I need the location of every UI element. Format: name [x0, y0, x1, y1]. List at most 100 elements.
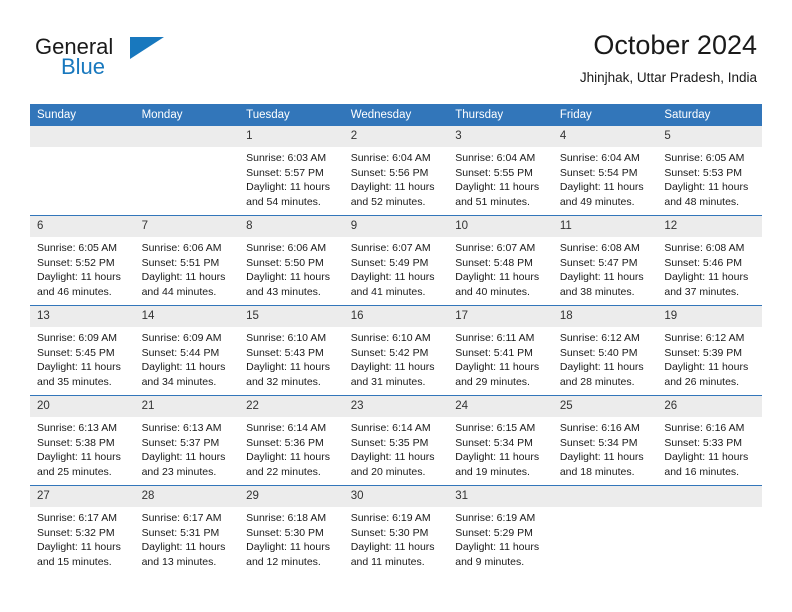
- day-sun-info: Sunrise: 6:12 AM Sunset: 5:40 PM Daylight:…: [553, 327, 658, 389]
- sunrise-text: Sunrise: 6:12 AM: [559, 332, 640, 344]
- daylight-text-line2: and 44 minutes.: [141, 285, 217, 298]
- sunset-text: Sunset: 5:57 PM: [246, 166, 324, 179]
- weekday-header-friday: Friday: [552, 104, 658, 126]
- day-sun-info: Sunrise: 6:18 AM Sunset: 5:30 PM Daylight:…: [239, 507, 344, 569]
- calendar-day-cell[interactable]: 25 Sunrise: 6:16 AM Sunset: 5:34 PM Dayligh…: [552, 395, 658, 486]
- calendar-day-cell[interactable]: 2 Sunrise: 6:04 AM Sunset: 5:56 PM Daylight…: [343, 126, 449, 216]
- calendar-day-cell[interactable]: 24 Sunrise: 6:15 AM Sunset: 5:34 PM Dayligh…: [448, 395, 553, 486]
- sunrise-text: Sunrise: 6:05 AM: [37, 242, 117, 254]
- calendar-day-cell[interactable]: 14 Sunrise: 6:09 AM Sunset: 5:44 PM Dayligh…: [134, 305, 240, 396]
- calendar-day-cell-empty: [30, 126, 135, 216]
- sunrise-text: Sunrise: 6:04 AM: [350, 152, 431, 164]
- sunrise-text: Sunrise: 6:14 AM: [350, 422, 431, 434]
- sunrise-text: Sunrise: 6:04 AM: [455, 152, 536, 164]
- sunrise-text: Sunrise: 6:05 AM: [664, 152, 745, 164]
- daylight-text-line2: and 34 minutes.: [141, 375, 217, 388]
- daylight-text-line1: Daylight: 11 hours: [37, 361, 121, 373]
- sunset-text: Sunset: 5:43 PM: [246, 346, 324, 359]
- daylight-text-line2: and 25 minutes.: [37, 465, 112, 478]
- calendar-page: General Blue October 2024 Jhinjhak, Utta…: [0, 0, 792, 612]
- daylight-text-line1: Daylight: 11 hours: [559, 361, 644, 373]
- day-number: 20: [30, 396, 135, 417]
- day-sun-info: [657, 507, 762, 511]
- calendar-day-cell[interactable]: 26 Sunrise: 6:16 AM Sunset: 5:33 PM Dayligh…: [657, 395, 762, 486]
- calendar-day-cell[interactable]: 6 Sunrise: 6:05 AM Sunset: 5:52 PM Daylight…: [30, 215, 135, 306]
- calendar-day-cell[interactable]: 31 Sunrise: 6:19 AM Sunset: 5:29 PM Dayligh…: [448, 485, 553, 575]
- sunrise-text: Sunrise: 6:11 AM: [455, 332, 535, 344]
- day-sun-info: Sunrise: 6:09 AM Sunset: 5:45 PM Daylight:…: [30, 327, 135, 389]
- day-sun-info: Sunrise: 6:14 AM Sunset: 5:35 PM Daylight:…: [344, 417, 449, 479]
- day-sun-info: Sunrise: 6:05 AM Sunset: 5:53 PM Daylight:…: [657, 147, 762, 209]
- sunrise-text: Sunrise: 6:14 AM: [246, 422, 327, 434]
- sunrise-text: Sunrise: 6:04 AM: [559, 152, 640, 164]
- day-sun-info: Sunrise: 6:16 AM Sunset: 5:34 PM Daylight:…: [553, 417, 658, 479]
- daylight-text-line2: and 48 minutes.: [664, 195, 740, 208]
- day-sun-info: Sunrise: 6:08 AM Sunset: 5:46 PM Daylight:…: [657, 237, 762, 299]
- calendar-day-cell[interactable]: 29 Sunrise: 6:18 AM Sunset: 5:30 PM Dayligh…: [239, 485, 344, 575]
- sunset-text: Sunset: 5:37 PM: [141, 436, 220, 449]
- calendar-day-cell[interactable]: 11 Sunrise: 6:08 AM Sunset: 5:47 PM Dayligh…: [552, 215, 658, 306]
- calendar-grid: Sunday Monday Tuesday Wednesday Thursday Frid…: [30, 104, 762, 575]
- daylight-text-line2: and 29 minutes.: [455, 375, 530, 388]
- daylight-text-line1: Daylight: 11 hours: [559, 451, 644, 463]
- daylight-text-line1: Daylight: 11 hours: [37, 541, 121, 553]
- calendar-day-cell[interactable]: 13 Sunrise: 6:09 AM Sunset: 5:45 PM Dayligh…: [30, 305, 135, 396]
- day-sun-info: Sunrise: 6:07 AM Sunset: 5:48 PM Daylight:…: [448, 237, 553, 299]
- day-number: [134, 126, 240, 147]
- calendar-day-cell[interactable]: 5 Sunrise: 6:05 AM Sunset: 5:53 PM Daylight…: [657, 126, 762, 216]
- sunrise-text: Sunrise: 6:17 AM: [37, 512, 117, 524]
- day-sun-info: [553, 507, 658, 511]
- calendar-day-cell[interactable]: 9 Sunrise: 6:07 AM Sunset: 5:49 PM Daylight…: [343, 215, 449, 306]
- sunrise-text: Sunrise: 6:16 AM: [559, 422, 640, 434]
- calendar-day-cell[interactable]: 30 Sunrise: 6:19 AM Sunset: 5:30 PM Dayligh…: [343, 485, 449, 575]
- daylight-text-line2: and 52 minutes.: [350, 195, 426, 208]
- calendar-week-row: 1 Sunrise: 6:03 AM Sunset: 5:57 PM Daylight…: [30, 126, 762, 216]
- sunrise-text: Sunrise: 6:03 AM: [246, 152, 327, 164]
- calendar-day-cell[interactable]: 16 Sunrise: 6:10 AM Sunset: 5:42 PM Dayligh…: [343, 305, 449, 396]
- sunset-text: Sunset: 5:49 PM: [350, 256, 429, 269]
- calendar-day-cell[interactable]: 23 Sunrise: 6:14 AM Sunset: 5:35 PM Dayligh…: [343, 395, 449, 486]
- sunrise-text: Sunrise: 6:13 AM: [141, 422, 222, 434]
- sunset-text: Sunset: 5:56 PM: [350, 166, 429, 179]
- day-number: 22: [239, 396, 344, 417]
- calendar-day-cell[interactable]: 12 Sunrise: 6:08 AM Sunset: 5:46 PM Dayligh…: [657, 215, 762, 306]
- calendar-day-cell[interactable]: 21 Sunrise: 6:13 AM Sunset: 5:37 PM Dayligh…: [134, 395, 240, 486]
- calendar-day-cell[interactable]: 18 Sunrise: 6:12 AM Sunset: 5:40 PM Dayligh…: [552, 305, 658, 396]
- sunrise-text: Sunrise: 6:19 AM: [350, 512, 431, 524]
- calendar-week-row: 13 Sunrise: 6:09 AM Sunset: 5:45 PM Dayligh…: [30, 305, 762, 396]
- daylight-text-line2: and 41 minutes.: [350, 285, 426, 298]
- calendar-day-cell[interactable]: 10 Sunrise: 6:07 AM Sunset: 5:48 PM Dayligh…: [448, 215, 553, 306]
- calendar-day-cell[interactable]: 8 Sunrise: 6:06 AM Sunset: 5:50 PM Daylight…: [239, 215, 344, 306]
- calendar-day-cell[interactable]: 20 Sunrise: 6:13 AM Sunset: 5:38 PM Dayligh…: [30, 395, 135, 486]
- daylight-text-line2: and 51 minutes.: [455, 195, 530, 208]
- daylight-text-line1: Daylight: 11 hours: [350, 271, 435, 283]
- daylight-text-line2: and 54 minutes.: [246, 195, 321, 208]
- calendar-day-cell[interactable]: 7 Sunrise: 6:06 AM Sunset: 5:51 PM Daylight…: [134, 215, 240, 306]
- calendar-day-cell[interactable]: 27 Sunrise: 6:17 AM Sunset: 5:32 PM Dayligh…: [30, 485, 135, 575]
- sunrise-text: Sunrise: 6:06 AM: [246, 242, 327, 254]
- day-number: 14: [134, 306, 240, 327]
- day-number: [552, 486, 658, 507]
- day-sun-info: Sunrise: 6:06 AM Sunset: 5:50 PM Daylight:…: [239, 237, 344, 299]
- calendar-day-cell[interactable]: 19 Sunrise: 6:12 AM Sunset: 5:39 PM Dayligh…: [657, 305, 762, 396]
- sunrise-text: Sunrise: 6:10 AM: [246, 332, 327, 344]
- weekday-header-saturday: Saturday: [657, 104, 762, 126]
- day-sun-info: Sunrise: 6:13 AM Sunset: 5:37 PM Daylight:…: [135, 417, 240, 479]
- calendar-day-cell[interactable]: 22 Sunrise: 6:14 AM Sunset: 5:36 PM Dayligh…: [239, 395, 344, 486]
- calendar-day-cell[interactable]: 3 Sunrise: 6:04 AM Sunset: 5:55 PM Daylight…: [448, 126, 553, 216]
- calendar-day-cell[interactable]: 15 Sunrise: 6:10 AM Sunset: 5:43 PM Dayligh…: [239, 305, 344, 396]
- daylight-text-line2: and 31 minutes.: [350, 375, 426, 388]
- page-header: General Blue October 2024 Jhinjhak, Utta…: [35, 28, 757, 98]
- general-blue-logo[interactable]: General Blue: [35, 34, 215, 90]
- daylight-text-line1: Daylight: 11 hours: [246, 181, 330, 193]
- calendar-day-cell[interactable]: 4 Sunrise: 6:04 AM Sunset: 5:54 PM Daylight…: [552, 126, 658, 216]
- daylight-text-line2: and 9 minutes.: [455, 555, 525, 568]
- calendar-day-cell[interactable]: 28 Sunrise: 6:17 AM Sunset: 5:31 PM Dayligh…: [134, 485, 240, 575]
- day-number: 3: [448, 126, 553, 147]
- day-number: 26: [657, 396, 762, 417]
- calendar-day-cell[interactable]: 17 Sunrise: 6:11 AM Sunset: 5:41 PM Dayligh…: [448, 305, 553, 396]
- calendar-day-cell[interactable]: 1 Sunrise: 6:03 AM Sunset: 5:57 PM Daylight…: [239, 126, 344, 216]
- daylight-text-line1: Daylight: 11 hours: [246, 361, 330, 373]
- daylight-text-line1: Daylight: 11 hours: [350, 181, 435, 193]
- daylight-text-line2: and 22 minutes.: [246, 465, 321, 478]
